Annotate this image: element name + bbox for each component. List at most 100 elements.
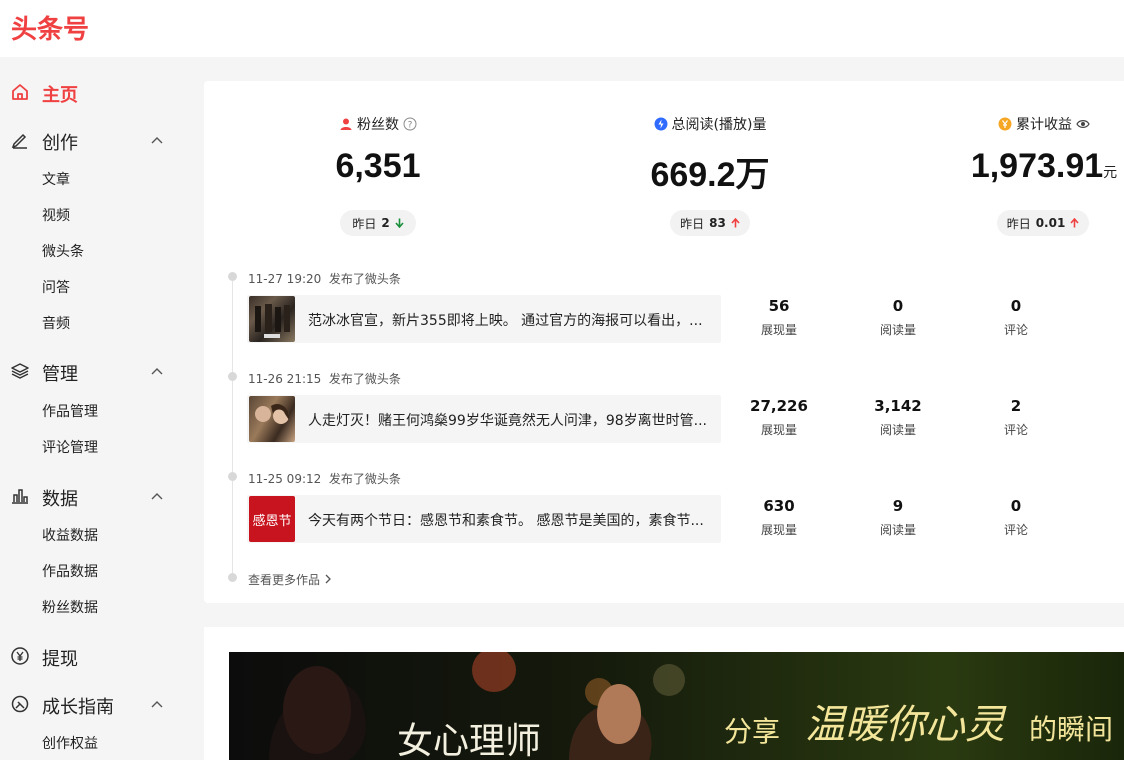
compass-icon	[11, 695, 29, 713]
post-action: 发布了微头条	[328, 272, 401, 286]
post-metric-impressions: 56 展现量	[729, 297, 829, 338]
metric-value: 27,226	[750, 397, 808, 415]
sidebar-item-withdraw[interactable]: 提现	[0, 636, 190, 676]
sidebar-item-home[interactable]: 主页	[0, 72, 190, 112]
sidebar-item-audio[interactable]: 音频	[42, 313, 70, 333]
home-icon	[12, 84, 28, 100]
sidebar-item-micro-post[interactable]: 微头条	[42, 241, 84, 261]
stat-fans-label: 粉丝数	[357, 117, 399, 133]
post-text: 范冰冰官宣，新片355即将上映。 通过官方的海报可以看出，...	[308, 313, 703, 329]
chevron-up-icon[interactable]	[150, 133, 164, 147]
eye-icon[interactable]	[1076, 117, 1090, 131]
post-metric-comments: 0 评论	[966, 497, 1066, 538]
metric-label: 评论	[1003, 423, 1028, 437]
post-thumbnail	[249, 296, 295, 342]
thumbnail-caption: 感恩节	[252, 513, 292, 529]
post-thumbnail: 感恩节	[249, 496, 295, 542]
yesterday-value: 0.01	[1035, 216, 1066, 230]
post-meta: 11-27 19:20 发布了微头条	[248, 270, 401, 287]
sidebar-item-label: 提现	[42, 649, 78, 670]
post-item[interactable]: 人走灯灭！赌王何鸿燊99岁华诞竟然无人问津，98岁离世时管...	[247, 395, 721, 443]
sidebar-item-comments-manage[interactable]: 评论管理	[42, 437, 98, 457]
stat-fans-yesterday: 昨日 2	[340, 210, 416, 236]
yesterday-value: 83	[709, 216, 726, 230]
timeline-dot	[228, 472, 237, 481]
logo[interactable]: 头条号	[11, 9, 89, 46]
post-thumbnail	[249, 396, 295, 442]
view-more-link[interactable]: 查看更多作品	[248, 571, 332, 588]
banner-text-warm: 温暖你心灵	[805, 702, 1005, 748]
metric-value: 630	[763, 497, 795, 515]
sidebar-item-label: 创作	[42, 133, 78, 154]
timeline-dot	[228, 573, 237, 582]
coin-icon	[998, 117, 1012, 131]
stat-income-header: 累计收益	[894, 114, 1124, 134]
sidebar-item-works-manage[interactable]: 作品管理	[42, 401, 98, 421]
sidebar-item-video[interactable]: 视频	[42, 205, 70, 225]
stat-income-label: 累计收益	[1016, 117, 1072, 133]
sidebar-item-income-data[interactable]: 收益数据	[42, 525, 98, 545]
stat-reads-value: 669.2万	[650, 156, 770, 194]
user-icon	[340, 118, 352, 130]
pencil-icon	[11, 133, 27, 149]
timeline-dot	[228, 372, 237, 381]
help-icon[interactable]: ?	[403, 117, 417, 131]
banner-text-share: 分享	[724, 715, 781, 748]
read-icon	[654, 117, 668, 131]
stat-income-value: 1,973.91元	[894, 147, 1124, 186]
arrow-up-icon	[1070, 218, 1079, 228]
metric-label: 评论	[1003, 523, 1028, 537]
post-date: 11-26 21:15	[248, 372, 322, 386]
metric-label: 展现量	[760, 323, 797, 337]
sidebar-item-article[interactable]: 文章	[42, 169, 70, 189]
top-bar: 头条号	[0, 0, 1124, 57]
post-meta: 11-26 21:15 发布了微头条	[248, 370, 401, 387]
post-text: 人走灯灭！赌王何鸿燊99岁华诞竟然无人问津，98岁离世时管...	[308, 413, 707, 429]
sidebar-item-qa[interactable]: 问答	[42, 277, 70, 297]
post-date: 11-25 09:12	[248, 472, 322, 486]
post-metric-impressions: 630 展现量	[729, 497, 829, 538]
metric-value: 0	[892, 297, 904, 315]
sidebar-item-creator-rights[interactable]: 创作权益	[42, 733, 98, 753]
chevron-up-icon[interactable]	[150, 364, 164, 378]
income-amount: 1,973.91	[970, 147, 1104, 185]
metric-value: 56	[768, 297, 790, 315]
post-date: 11-27 19:20	[248, 272, 322, 286]
post-metric-comments: 2 评论	[966, 397, 1066, 438]
arrow-down-icon	[395, 218, 404, 228]
sidebar-item-manage[interactable]: 管理	[0, 351, 190, 391]
post-action: 发布了微头条	[328, 472, 401, 486]
sidebar: 主页 创作 文章 视频 微头条 问答 音频 管理 作品管理 评论管理 数据 收益…	[0, 57, 190, 760]
sidebar-item-works-data[interactable]: 作品数据	[42, 561, 98, 581]
chevron-up-icon[interactable]	[150, 697, 164, 711]
post-meta: 11-25 09:12 发布了微头条	[248, 470, 401, 487]
banner-title: 女心理师	[397, 721, 542, 760]
post-item[interactable]: 感恩节 今天有两个节日：感恩节和素食节。 感恩节是美国的，素食节...	[247, 495, 721, 543]
stat-reads-header: 总阅读(播放)量	[560, 114, 860, 134]
stat-fans-header: 粉丝数 ?	[228, 114, 528, 134]
sidebar-item-create[interactable]: 创作	[0, 120, 190, 160]
sidebar-item-growth[interactable]: 成长指南	[0, 684, 190, 724]
chevron-right-icon	[325, 574, 331, 584]
overview-card: 粉丝数 ? 6,351 昨日 2 总阅读(播放)量 669.2万 昨日 83 累…	[204, 81, 1124, 603]
chevron-up-icon[interactable]	[150, 489, 164, 503]
post-metric-reads: 3,142 阅读量	[848, 397, 948, 438]
arrow-up-icon	[731, 218, 740, 228]
stat-reads-yesterday: 昨日 83	[670, 210, 750, 236]
stat-income-yesterday: 昨日 0.01	[997, 210, 1089, 236]
post-metric-comments: 0 评论	[966, 297, 1066, 338]
sidebar-item-fans-data[interactable]: 粉丝数据	[42, 597, 98, 617]
metric-label: 展现量	[760, 423, 797, 437]
income-unit: 元	[1103, 164, 1118, 180]
bar-chart-icon	[12, 489, 28, 504]
promo-banner[interactable]: 女心理师 分享 温暖你心灵 的瞬间	[229, 652, 1124, 760]
yesterday-label: 昨日	[352, 216, 377, 231]
post-metric-reads: 0 阅读量	[848, 297, 948, 338]
post-item[interactable]: 范冰冰官宣，新片355即将上映。 通过官方的海报可以看出，...	[247, 295, 721, 343]
sidebar-item-label: 成长指南	[42, 697, 114, 718]
sidebar-item-data[interactable]: 数据	[0, 476, 190, 516]
timeline-line	[232, 281, 233, 573]
yesterday-label: 昨日	[1006, 216, 1031, 231]
metric-value: 3,142	[874, 397, 922, 415]
svg-text:?: ?	[408, 121, 413, 131]
